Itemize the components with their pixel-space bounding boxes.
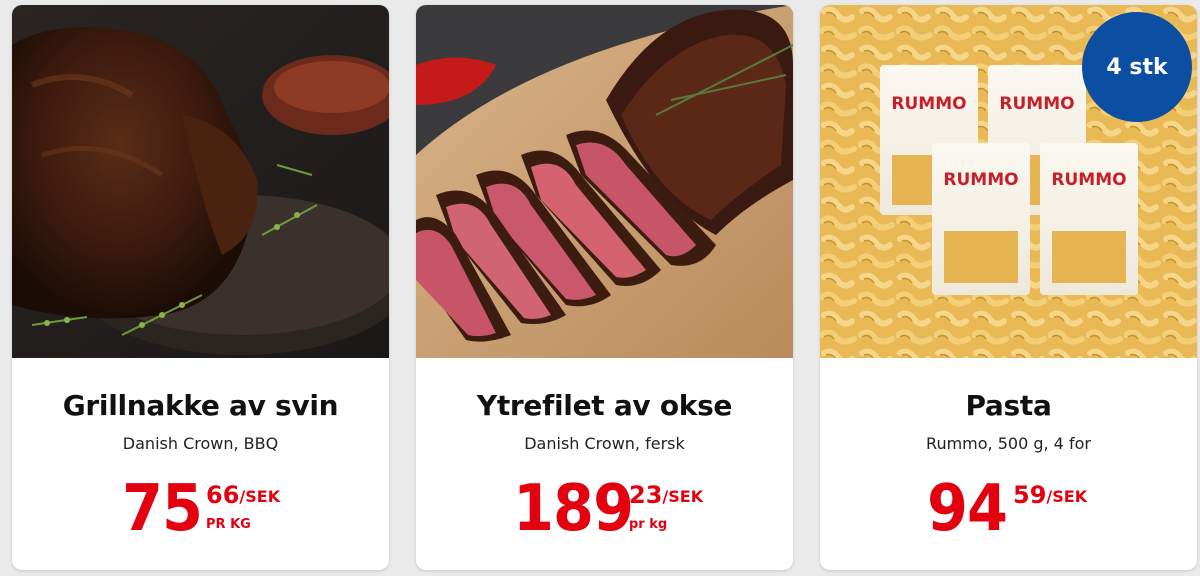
price-main: 75 (122, 472, 203, 546)
price-tag: 189 23/SEK pr kg (513, 474, 713, 544)
price-unit: pr kg (629, 517, 668, 532)
svg-text:RUMMO: RUMMO (891, 94, 966, 114)
price-decimals: 59/SEK (1013, 482, 1087, 508)
svg-text:RUMMO: RUMMO (943, 170, 1018, 190)
product-info: Grillnakke av svin Danish Crown, BBQ 75 … (12, 358, 389, 570)
product-title: Ytrefilet av okse (476, 389, 733, 422)
pasta-packages-photo: RUMMO RUMMO RUMMO RUMMO 4 stk (820, 5, 1197, 358)
price-decimals: 66/SEK (206, 482, 280, 508)
quantity-badge: 4 stk (1082, 12, 1192, 122)
product-subtitle: Danish Crown, BBQ (122, 434, 279, 453)
product-title: Grillnakke av svin (62, 389, 339, 422)
price-tag: 94 59/SEK (927, 474, 1107, 544)
price-unit: PR KG (206, 517, 251, 532)
product-info: Ytrefilet av okse Danish Crown, fersk 18… (416, 358, 793, 570)
price-decimal-value: 23 (629, 481, 663, 509)
price-tag: 75 66/SEK PR KG (122, 474, 292, 544)
product-subtitle: Rummo, 500 g, 4 for (926, 434, 1091, 453)
price-decimals: 23/SEK (629, 482, 703, 508)
roast-pork-photo (12, 5, 389, 358)
product-card-ytrefilet[interactable]: Ytrefilet av okse Danish Crown, fersk 18… (416, 5, 793, 570)
price-decimal-value: 66 (206, 481, 240, 509)
price-currency: /SEK (662, 487, 704, 506)
price-currency: /SEK (1046, 487, 1088, 506)
product-subtitle: Danish Crown, fersk (524, 434, 685, 453)
price-currency: /SEK (239, 487, 281, 506)
price-main: 189 (513, 472, 634, 546)
svg-text:RUMMO: RUMMO (999, 94, 1074, 114)
sliced-steak-photo (416, 5, 793, 358)
price-decimal-value: 59 (1013, 481, 1047, 509)
product-card-grillnakke[interactable]: Grillnakke av svin Danish Crown, BBQ 75 … (12, 5, 389, 570)
product-title: Pasta (965, 389, 1052, 422)
price-main: 94 (927, 472, 1008, 546)
svg-text:RUMMO: RUMMO (1051, 170, 1126, 190)
product-info: Pasta Rummo, 500 g, 4 for 94 59/SEK (820, 358, 1197, 570)
product-card-pasta[interactable]: RUMMO RUMMO RUMMO RUMMO 4 stk Pasta Rumm… (820, 5, 1197, 570)
